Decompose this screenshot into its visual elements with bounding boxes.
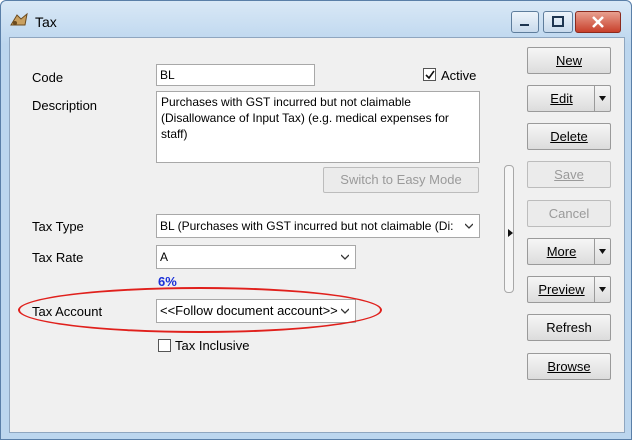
more-dropdown[interactable] xyxy=(594,239,610,264)
tax-rate-value: A xyxy=(160,250,169,264)
tax-inclusive-checkbox[interactable] xyxy=(158,339,171,352)
caret-down-icon xyxy=(599,287,606,292)
cancel-label: Cancel xyxy=(548,206,590,221)
tax-type-label: Tax Type xyxy=(32,219,84,234)
cancel-button[interactable]: Cancel xyxy=(527,200,611,227)
maximize-icon xyxy=(552,16,564,27)
tax-app-icon xyxy=(10,12,28,26)
new-label: New xyxy=(555,53,582,68)
chevron-right-icon[interactable] xyxy=(507,228,515,238)
active-label: Active xyxy=(441,68,477,83)
tax-window: Tax Code BL Active Description Purchases… xyxy=(0,0,632,440)
tax-rate-label: Tax Rate xyxy=(32,250,84,265)
tax-type-select[interactable]: BL (Purchases with GST incurred but not … xyxy=(156,214,480,238)
tax-rate-select[interactable]: A xyxy=(156,245,356,269)
preview-label: Preview xyxy=(538,282,585,297)
maximize-button[interactable] xyxy=(543,11,573,33)
save-label: Save xyxy=(554,167,584,182)
new-button[interactable]: New xyxy=(527,47,611,74)
minimize-button[interactable] xyxy=(511,11,539,33)
chevron-down-icon xyxy=(341,254,349,260)
caret-down-icon xyxy=(599,96,606,101)
edit-label: Edit xyxy=(550,91,573,106)
edit-dropdown[interactable] xyxy=(594,86,610,111)
caret-down-icon xyxy=(599,249,606,254)
more-label: More xyxy=(546,244,577,259)
delete-button[interactable]: Delete xyxy=(527,123,611,150)
browse-button[interactable]: Browse xyxy=(527,353,611,380)
switch-to-easy-mode-button[interactable]: Switch to Easy Mode xyxy=(323,167,479,193)
highlight-ellipse xyxy=(18,287,382,333)
description-label: Description xyxy=(32,98,98,113)
close-button[interactable] xyxy=(575,11,621,33)
browse-label: Browse xyxy=(547,359,591,374)
preview-dropdown[interactable] xyxy=(594,277,610,302)
tax-form-panel: Code BL Active Description Purchases wit… xyxy=(9,37,625,433)
checkmark-icon xyxy=(425,70,435,80)
refresh-button[interactable]: Refresh xyxy=(527,314,611,341)
more-button[interactable]: More xyxy=(527,238,611,265)
preview-button[interactable]: Preview xyxy=(527,276,611,303)
code-field[interactable]: BL xyxy=(156,64,315,86)
description-field[interactable]: Purchases with GST incurred but not clai… xyxy=(156,91,480,163)
edit-button[interactable]: Edit xyxy=(527,85,611,112)
close-icon xyxy=(592,16,604,28)
tax-type-value: BL (Purchases with GST incurred but not … xyxy=(160,219,454,233)
minimize-icon xyxy=(520,24,529,26)
delete-label: Delete xyxy=(550,129,588,144)
save-button[interactable]: Save xyxy=(527,161,611,188)
code-label: Code xyxy=(32,70,64,85)
window-title: Tax xyxy=(35,14,57,30)
tax-inclusive-label: Tax Inclusive xyxy=(175,338,250,353)
active-checkbox[interactable] xyxy=(423,68,436,81)
chevron-down-icon xyxy=(465,223,473,229)
